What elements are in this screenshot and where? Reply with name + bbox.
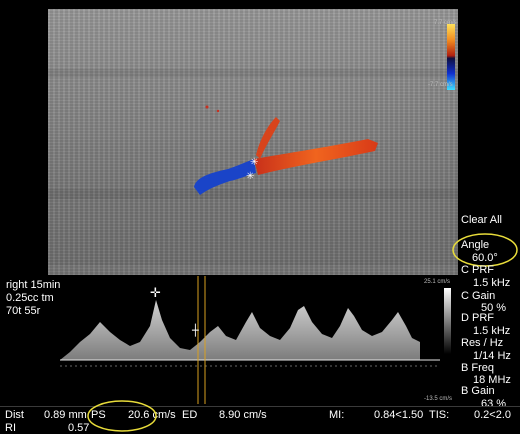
colorbar-top-label: 7.7 cm/s <box>434 20 457 26</box>
b-gain-label: B Gain <box>461 385 495 397</box>
angle-highlight-ellipse <box>452 233 518 267</box>
ed-label: ED <box>182 409 198 421</box>
tis-label: TIS: <box>429 409 450 421</box>
res-value[interactable]: 1/14 Hz <box>473 350 511 362</box>
color-flow-overlay: ✳ ✳ <box>48 69 458 275</box>
colorbar-bottom-label: -7.7 cm/s <box>428 82 453 88</box>
ri-label: RI <box>5 422 16 434</box>
d-prf-value[interactable]: 1.5 kHz <box>473 325 510 337</box>
doppler-waveform <box>60 300 420 360</box>
ps-caliper-marker: ✛ <box>150 286 161 301</box>
b-freq-label: B Freq <box>461 362 495 374</box>
svg-text:✳: ✳ <box>250 157 258 168</box>
tis-value: 0.2<2.0 <box>474 409 512 421</box>
bmode-image[interactable]: ✳ ✳ <box>48 9 458 275</box>
ri-value: 0.57 <box>68 422 90 434</box>
mi-label: MI: <box>329 409 345 421</box>
red-flow-segment <box>254 139 378 175</box>
d-prf-label: D PRF <box>461 312 494 324</box>
dist-label: Dist <box>5 409 24 421</box>
ed-caliper-marker: ┼ <box>191 323 199 337</box>
c-prf-label: C PRF <box>461 264 494 276</box>
red-flow-branch <box>256 117 280 159</box>
ps-highlight-ellipse <box>87 400 157 432</box>
res-label: Res / Hz <box>461 337 504 349</box>
dist-value: 0.89 mm <box>44 409 87 421</box>
color-velocity-bar <box>447 24 455 90</box>
c-prf-value[interactable]: 1.5 kHz <box>473 277 510 289</box>
c-gain-label: C Gain <box>461 290 496 302</box>
clear-all-button[interactable]: Clear All <box>461 214 502 226</box>
ed-value: 8.90 cm/s <box>219 409 267 421</box>
mi-value: 0.84<1.50 <box>374 409 424 421</box>
svg-text:✳: ✳ <box>246 171 254 182</box>
doppler-spectrum[interactable]: ✛ ┼ <box>0 276 458 404</box>
